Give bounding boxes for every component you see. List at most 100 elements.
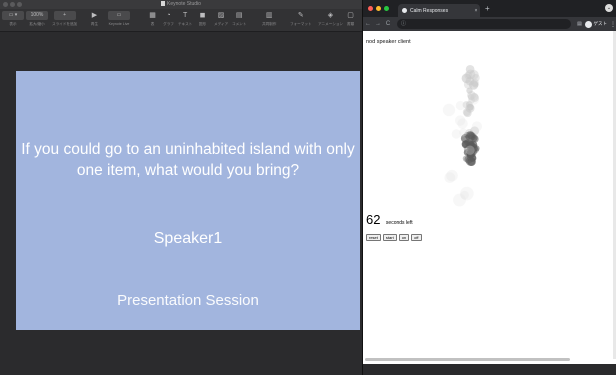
toolbar-label-6: グラフ [163,22,174,26]
toolbar-item-0[interactable]: ▭ ▾ 表示 [2,11,24,30]
off-button[interactable]: off [411,234,422,241]
browser-zoom-button[interactable] [384,6,389,11]
toolbar-icon-11: ▥ [265,12,273,19]
browser-window: Calm Responses × + ⌄ ← → C ⓘ ▤ ゲスト ⋮ nod… [362,0,616,375]
keynote-window: Keynote Studio ▭ ▾ 表示 100% 拡大/縮小 + スライドを追加 ▶ 再生… [0,0,362,375]
toolbar-icon-14: ▢ [347,12,354,19]
control-buttons: reset start on off [366,234,422,241]
start-button[interactable]: start [382,234,397,241]
toolbar-item-13[interactable]: ◈ アニメーション [318,11,343,30]
nod-dot-faint [465,145,475,155]
toolbar-item-1[interactable]: 100% 拡大/縮小 [26,11,48,30]
nod-dot-faint [446,169,458,182]
toolbar-label-14: 書類 [346,22,355,26]
slide-question-text: If you could go to an uninhabited island… [21,141,355,179]
toolbar-item-14[interactable]: ▢ 書類 [344,11,357,30]
toolbar-item-11[interactable]: ▥ 共同制作 [262,11,276,30]
toolbar-icon-7: T [183,12,188,19]
forward-button[interactable]: → [373,17,383,31]
toolbar-item-6[interactable]: ◔ グラフ [162,11,175,30]
toolbar-item-4[interactable]: ▭ Keynote Live [108,11,130,30]
countdown-label: seconds left [385,220,413,226]
address-bar[interactable]: ⓘ [397,19,571,29]
slide-speaker-text: Speaker1 [153,230,223,247]
nod-visualization [442,64,483,207]
toolbar-item-3[interactable]: ▶ 再生 [88,11,101,30]
toolbar-label-8: 図形 [198,22,207,26]
tab-close-icon[interactable]: × [472,8,480,14]
extension-icon[interactable]: ▤ [575,21,585,27]
toolbar-icon-2: + [53,11,76,20]
reload-button[interactable]: C [383,17,393,31]
tab-title: Calm Responses [410,7,449,14]
toolbar-icon-3: ▶ [91,12,98,19]
keynote-window-title: Keynote Studio [0,1,362,8]
toolbar-label-2: スライドを追加 [52,22,78,26]
new-tab-button[interactable]: + [485,4,490,14]
app-title: nod speaker client [366,39,411,45]
tab-favicon-icon [402,8,407,13]
browser-minimize-button[interactable] [376,6,381,11]
nod-dot-faint [453,193,466,207]
keynote-window-title-text: Keynote Studio [167,1,201,7]
horizontal-scrollbar[interactable] [365,358,570,361]
nod-dot-faint [455,100,465,111]
browser-toolbar: ← → C ⓘ ▤ ゲスト ⋮ [363,17,616,31]
toolbar-icon-0: ▭ ▾ [2,11,24,20]
reset-button[interactable]: reset [366,234,381,241]
toolbar-label-1: 拡大/縮小 [29,22,45,26]
toolbar-icon-13: ◈ [327,12,334,19]
toolbar-item-10[interactable]: ▤ コメント [232,11,246,30]
toolbar-item-12[interactable]: ✎ フォーマット [290,11,312,30]
toolbar-item-7[interactable]: T テキスト [178,11,192,30]
document-icon [161,1,166,6]
slide-canvas[interactable]: If you could go to an uninhabited island… [16,71,360,330]
countdown-seconds: 62 [366,212,381,227]
toolbar-icon-4: ▭ [108,11,130,20]
toolbar-icon-9: ▨ [217,12,225,19]
toolbar-label-10: コメント [232,22,247,26]
slide-session-text: Presentation Session [117,292,259,309]
on-button[interactable]: on [398,234,410,241]
toolbar-icon-6: ◔ [166,12,171,19]
browser-tab-bar: Calm Responses × + ⌄ [363,0,616,17]
toolbar-icon-8: ◼ [199,12,206,19]
toolbar-label-12: フォーマット [290,22,312,26]
browser-menu-icon[interactable]: ⋮ [609,21,616,28]
toolbar-label-7: テキスト [178,22,193,26]
guest-avatar-icon [584,20,592,28]
toolbar-icon-5: ▦ [149,12,156,19]
nod-dot-dark [471,135,479,143]
profile-button[interactable]: ゲスト [584,20,608,28]
nod-dot-faint [467,93,480,105]
nod-dot-light [469,69,479,80]
toolbar-label-0: 表示 [9,22,17,26]
toolbar-item-8[interactable]: ◼ 図形 [196,11,209,30]
toolbar-label-3: 再生 [90,22,99,26]
toolbar-icon-10: ▤ [235,12,243,19]
toolbar-icon-1: 100% [26,11,48,20]
browser-close-button[interactable] [368,6,373,11]
toolbar-item-5[interactable]: ▦ 表 [146,11,159,30]
nod-dot-faint [471,121,483,132]
window-menu-icon[interactable]: ⌄ [605,4,613,12]
desktop: Keynote Studio ▭ ▾ 表示 100% 拡大/縮小 + スライドを追加 ▶ 再生… [0,0,616,375]
toolbar-label-9: メディア [214,22,229,26]
toolbar-label-5: 表 [150,22,155,26]
nod-dot-faint [454,115,466,126]
nod-dot-faint [442,103,456,117]
dock-strip [363,364,616,375]
toolbar-label-4: Keynote Live [108,22,130,26]
toolbar-item-9[interactable]: ▨ メディア [214,11,228,30]
page-content: nod speaker client 62 seconds left reset… [363,31,616,375]
toolbar-item-2[interactable]: + スライドを追加 [52,11,77,30]
profile-label: ゲスト [593,21,608,26]
keynote-titlebar: Keynote Studio [0,0,362,9]
keynote-toolbar: ▭ ▾ 表示 100% 拡大/縮小 + スライドを追加 ▶ 再生 ▭ Keynote Live ▦ 表… [0,9,362,32]
back-button[interactable]: ← [363,17,373,31]
nod-dot-light [467,103,474,111]
browser-tab[interactable]: Calm Responses × [398,4,480,17]
nod-dot-faint [451,129,462,139]
nod-dot-light [472,81,479,88]
toolbar-icon-12: ✎ [297,12,304,19]
